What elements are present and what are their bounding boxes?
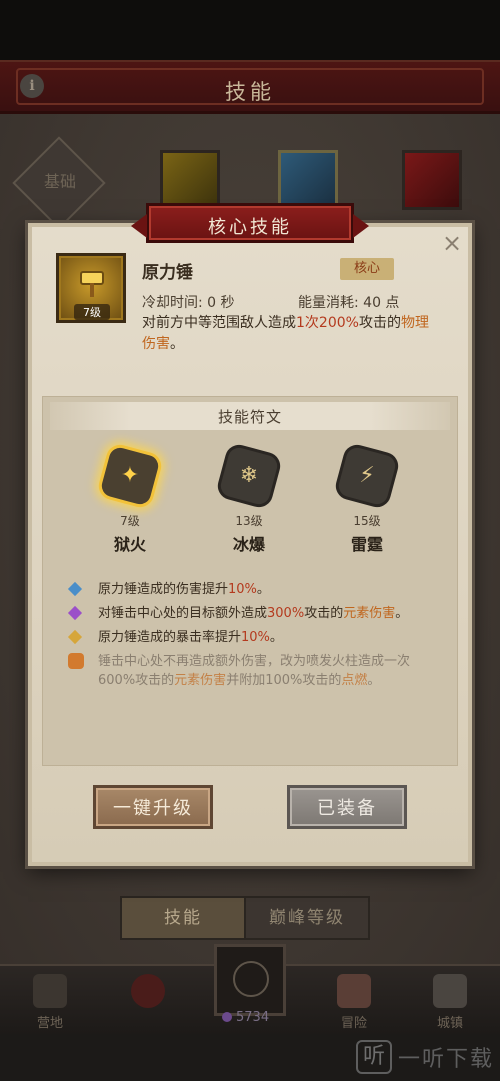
lightning-icon: ⚡: [359, 463, 375, 488]
effect-value: 300%: [267, 606, 305, 621]
dialog-title: 核心技能: [208, 217, 292, 238]
rune-name: 狱火: [113, 535, 146, 554]
effect-text: 。: [395, 606, 409, 621]
cooldown-stat: 冷却时间: 0 秒: [142, 295, 235, 311]
effect-text: 对锤击中心处的目标额外造成: [98, 606, 268, 621]
effect-value: 10%: [241, 630, 270, 645]
watermark-logo: 听: [355, 1040, 392, 1074]
nav-center-button[interactable]: [214, 944, 286, 1016]
crossed-swords-icon: [131, 974, 165, 1008]
castle-icon: [433, 974, 467, 1008]
watermark-text: 一听下载: [397, 1047, 494, 1072]
effect-damage-type: 元素伤害: [174, 673, 227, 688]
bottom-tabs: 技能 巅峰等级: [120, 896, 370, 940]
currency-value: 5734: [236, 1010, 270, 1025]
effect-item-locked: 锤击中心处不再造成额外伤害，改为喷发火柱造成一次600%攻击的元素伤害并附加10…: [66, 652, 436, 690]
desc-text: 攻击的: [358, 315, 401, 331]
tab-skills[interactable]: 技能: [122, 898, 246, 938]
nav-adventure-label: 冒险: [340, 1016, 367, 1031]
close-button[interactable]: ×: [440, 231, 464, 256]
desc-count: 1次: [296, 315, 319, 331]
skill-description: 对前方中等范围敌人造成1次200%攻击的物理伤害。: [142, 313, 442, 355]
nav-town[interactable]: 城镇: [410, 974, 490, 1031]
lock-icon: [68, 653, 84, 669]
title-banner: 技能: [0, 60, 500, 114]
effect-text: 并附加100%攻击的: [226, 673, 342, 688]
rune-level: 15级: [353, 514, 381, 528]
ice-icon: ❄: [239, 463, 259, 488]
skill-name: 原力锤: [142, 263, 193, 283]
base-tab-label: 基础: [43, 172, 76, 191]
fire-icon: ✦: [120, 463, 140, 488]
rune-title-bar: 技能符文: [50, 402, 450, 430]
page-title: 技能: [225, 80, 275, 104]
effect-value: 10%: [228, 582, 257, 597]
skill-level-tag: 7级: [74, 304, 110, 320]
dialog-header: 核心技能: [131, 203, 369, 243]
rune-effects-list: 原力锤造成的伤害提升10%。 对锤击中心处的目标额外造成300%攻击的元素伤害。…: [66, 580, 436, 695]
core-badge: 核心: [340, 258, 394, 280]
nav-camp-label: 营地: [36, 1016, 63, 1031]
rune-level: 13级: [235, 514, 263, 528]
skill-tile-blue[interactable]: [278, 150, 338, 210]
effect-text: 。: [256, 582, 270, 597]
one-click-upgrade-button[interactable]: 一键升级: [93, 785, 213, 829]
nav-town-label: 城镇: [436, 1016, 463, 1031]
info-icon[interactable]: i: [20, 74, 44, 98]
energy-stat: 能量消耗: 40 点: [298, 295, 400, 311]
watermark: 听 一听下载: [355, 1040, 494, 1074]
effect-text: 原力锤造成的伤害提升: [98, 582, 229, 597]
effect-text: 。: [367, 673, 381, 688]
rune-name: 雷霆: [350, 535, 383, 554]
gold-diamond-icon: [67, 629, 83, 645]
nav-camp[interactable]: 营地: [10, 974, 90, 1031]
nav-adventure[interactable]: 冒险: [314, 974, 394, 1031]
nav-battle[interactable]: [108, 974, 188, 1012]
equipped-button[interactable]: 已装备: [287, 785, 407, 829]
effect-item: 原力锤造成的伤害提升10%。: [66, 580, 436, 599]
effect-text: 攻击的: [304, 606, 344, 621]
desc-percent: 200%: [318, 315, 359, 331]
skill-tile-yellow[interactable]: [160, 150, 220, 210]
gem-icon: [222, 1012, 232, 1022]
tent-icon: [33, 974, 67, 1008]
effect-text: 原力锤造成的暴击率提升: [98, 630, 242, 645]
effect-item: 原力锤造成的暴击率提升10%。: [66, 628, 436, 647]
rune-title: 技能符文: [217, 408, 282, 426]
hammer-icon: [80, 271, 104, 297]
effect-text: 。: [269, 630, 283, 645]
blue-diamond-icon: [67, 581, 83, 597]
desc-text: 。: [170, 336, 184, 352]
rune-level: 7级: [120, 514, 140, 528]
skull-icon: [233, 961, 269, 997]
rune-hellfire[interactable]: ✦ 7级 狱火: [85, 441, 175, 555]
status-bar: [0, 0, 500, 60]
rune-ice-burst[interactable]: ❄ 13级 冰爆: [204, 441, 294, 555]
map-icon: [337, 974, 371, 1008]
currency-counter: 5734: [222, 1010, 269, 1025]
effect-burn: 点燃: [341, 673, 368, 688]
rune-name: 冰爆: [232, 535, 265, 554]
tab-peak-level[interactable]: 巅峰等级: [246, 898, 368, 938]
purple-diamond-icon: [67, 605, 83, 621]
rune-thunder[interactable]: ⚡ 15级 雷霆: [322, 441, 412, 555]
effect-item: 对锤击中心处的目标额外造成300%攻击的元素伤害。: [66, 604, 436, 623]
effect-damage-type: 元素伤害: [343, 606, 396, 621]
desc-text: 对前方中等范围敌人造成: [142, 315, 296, 331]
skill-tile-red[interactable]: [402, 150, 462, 210]
